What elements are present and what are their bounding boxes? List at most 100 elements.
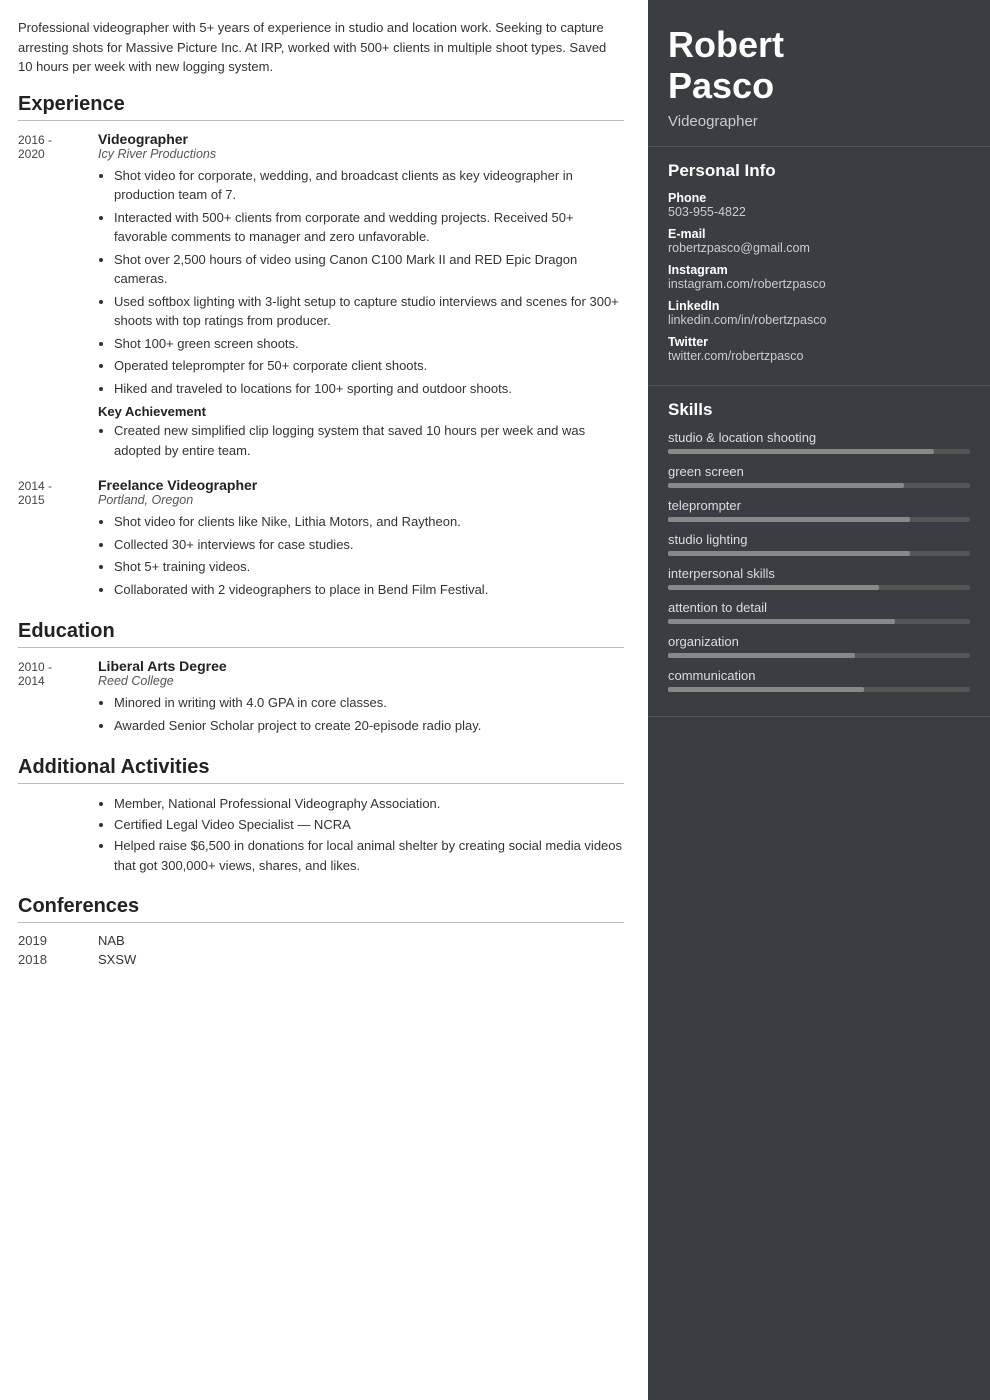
skills-section: Skills studio & location shooting green … [648, 386, 990, 717]
skill-item: teleprompter [668, 498, 970, 522]
skill-bar-fill [668, 449, 934, 454]
entry-date-2: 2014 - 2015 [18, 477, 98, 602]
bullet: Minored in writing with 4.0 GPA in core … [114, 693, 624, 713]
key-achievement-bullet: Created new simplified clip logging syst… [114, 421, 624, 460]
experience-title: Experience [18, 93, 624, 121]
twitter-value: twitter.com/robertzpasco [668, 349, 970, 363]
activity-bullet: Member, National Professional Videograph… [114, 794, 624, 815]
experience-entries: 2016 - 2020 Videographer Icy River Produ… [18, 131, 624, 603]
entry-subtitle-1: Icy River Productions [98, 147, 624, 161]
phone-row: Phone 503-955-4822 [668, 191, 970, 219]
entry-title-1: Videographer [98, 131, 624, 147]
skill-bar-fill [668, 653, 855, 658]
right-column: Robert Pasco Videographer Personal Info … [648, 0, 990, 1400]
entry-content-1: Videographer Icy River Productions Shot … [98, 131, 624, 464]
skill-item: organization [668, 634, 970, 658]
activity-bullet: Certified Legal Video Specialist — NCRA [114, 815, 624, 836]
experience-entry-2: 2014 - 2015 Freelance Videographer Portl… [18, 477, 624, 602]
profile-name: Robert Pasco [668, 24, 970, 107]
entry-title-2: Freelance Videographer [98, 477, 624, 493]
activity-bullet: Helped raise $6,500 in donations for loc… [114, 836, 624, 878]
conf-entry-1: 2019 NAB [18, 933, 624, 948]
education-section: Education 2010 - 2014 Liberal Arts Degre… [18, 620, 624, 738]
edu-bullets-1: Minored in writing with 4.0 GPA in core … [98, 693, 624, 735]
bullet: Shot 100+ green screen shoots. [114, 334, 624, 354]
skill-name: studio lighting [668, 532, 970, 547]
bullet: Operated teleprompter for 50+ corporate … [114, 356, 624, 376]
activities-title: Additional Activities [18, 756, 624, 784]
bullet: Shot video for clients like Nike, Lithia… [114, 512, 624, 532]
bullet: Interacted with 500+ clients from corpor… [114, 208, 624, 247]
edu-title-1: Liberal Arts Degree [98, 658, 624, 674]
skill-item: interpersonal skills [668, 566, 970, 590]
skill-bar-bg [668, 449, 970, 454]
profile-header: Robert Pasco Videographer [648, 0, 990, 147]
entry-content-2: Freelance Videographer Portland, Oregon … [98, 477, 624, 602]
skill-name: interpersonal skills [668, 566, 970, 581]
bullet: Shot over 2,500 hours of video using Can… [114, 250, 624, 289]
entry-subtitle-2: Portland, Oregon [98, 493, 624, 507]
email-value: robertzpasco@gmail.com [668, 241, 970, 255]
phone-value: 503-955-4822 [668, 205, 970, 219]
personal-info-section: Personal Info Phone 503-955-4822 E-mail … [648, 147, 990, 386]
bullet: Awarded Senior Scholar project to create… [114, 716, 624, 736]
skill-item: green screen [668, 464, 970, 488]
conf-name-1: NAB [98, 933, 125, 948]
linkedin-value: linkedin.com/in/robertzpasco [668, 313, 970, 327]
skill-name: studio & location shooting [668, 430, 970, 445]
activities-section: Additional Activities Member, National P… [18, 756, 624, 877]
skill-name: green screen [668, 464, 970, 479]
bullet: Collected 30+ interviews for case studie… [114, 535, 624, 555]
skill-name: teleprompter [668, 498, 970, 513]
twitter-row: Twitter twitter.com/robertzpasco [668, 335, 970, 363]
skill-bar-fill [668, 585, 879, 590]
entry-date-1: 2016 - 2020 [18, 131, 98, 464]
key-achievement-bullets: Created new simplified clip logging syst… [98, 421, 624, 460]
edu-content-1: Liberal Arts Degree Reed College Minored… [98, 658, 624, 738]
conf-year-2: 2018 [18, 952, 98, 967]
skill-bar-fill [668, 517, 910, 522]
skill-bar-bg [668, 687, 970, 692]
skill-name: communication [668, 668, 970, 683]
bullet: Used softbox lighting with 3-light setup… [114, 292, 624, 331]
conf-year-1: 2019 [18, 933, 98, 948]
skill-item: studio lighting [668, 532, 970, 556]
phone-label: Phone [668, 191, 970, 205]
education-entry-1: 2010 - 2014 Liberal Arts Degree Reed Col… [18, 658, 624, 738]
experience-entry-1: 2016 - 2020 Videographer Icy River Produ… [18, 131, 624, 464]
entry-bullets-1: Shot video for corporate, wedding, and b… [98, 166, 624, 399]
conf-name-2: SXSW [98, 952, 136, 967]
instagram-value: instagram.com/robertzpasco [668, 277, 970, 291]
skill-bar-bg [668, 585, 970, 590]
skill-bar-bg [668, 483, 970, 488]
skill-bar-fill [668, 687, 864, 692]
skill-bar-bg [668, 551, 970, 556]
experience-section: Experience 2016 - 2020 Videographer Icy … [18, 93, 624, 603]
skill-item: communication [668, 668, 970, 692]
edu-subtitle-1: Reed College [98, 674, 624, 688]
education-title: Education [18, 620, 624, 648]
skills-list: studio & location shooting green screen … [668, 430, 970, 692]
skill-name: attention to detail [668, 600, 970, 615]
conferences-section: Conferences 2019 NAB 2018 SXSW [18, 895, 624, 967]
summary-text: Professional videographer with 5+ years … [18, 18, 624, 77]
skill-bar-fill [668, 619, 895, 624]
instagram-label: Instagram [668, 263, 970, 277]
instagram-row: Instagram instagram.com/robertzpasco [668, 263, 970, 291]
skill-item: attention to detail [668, 600, 970, 624]
bullet: Hiked and traveled to locations for 100+… [114, 379, 624, 399]
linkedin-row: LinkedIn linkedin.com/in/robertzpasco [668, 299, 970, 327]
conferences-title: Conferences [18, 895, 624, 923]
skill-item: studio & location shooting [668, 430, 970, 454]
bullet: Shot 5+ training videos. [114, 557, 624, 577]
twitter-label: Twitter [668, 335, 970, 349]
bullet: Collaborated with 2 videographers to pla… [114, 580, 624, 600]
skill-bar-bg [668, 517, 970, 522]
skill-bar-fill [668, 483, 904, 488]
skills-title: Skills [668, 400, 970, 420]
edu-date-1: 2010 - 2014 [18, 658, 98, 738]
email-label: E-mail [668, 227, 970, 241]
linkedin-label: LinkedIn [668, 299, 970, 313]
activities-bullets: Member, National Professional Videograph… [18, 794, 624, 877]
email-row: E-mail robertzpasco@gmail.com [668, 227, 970, 255]
